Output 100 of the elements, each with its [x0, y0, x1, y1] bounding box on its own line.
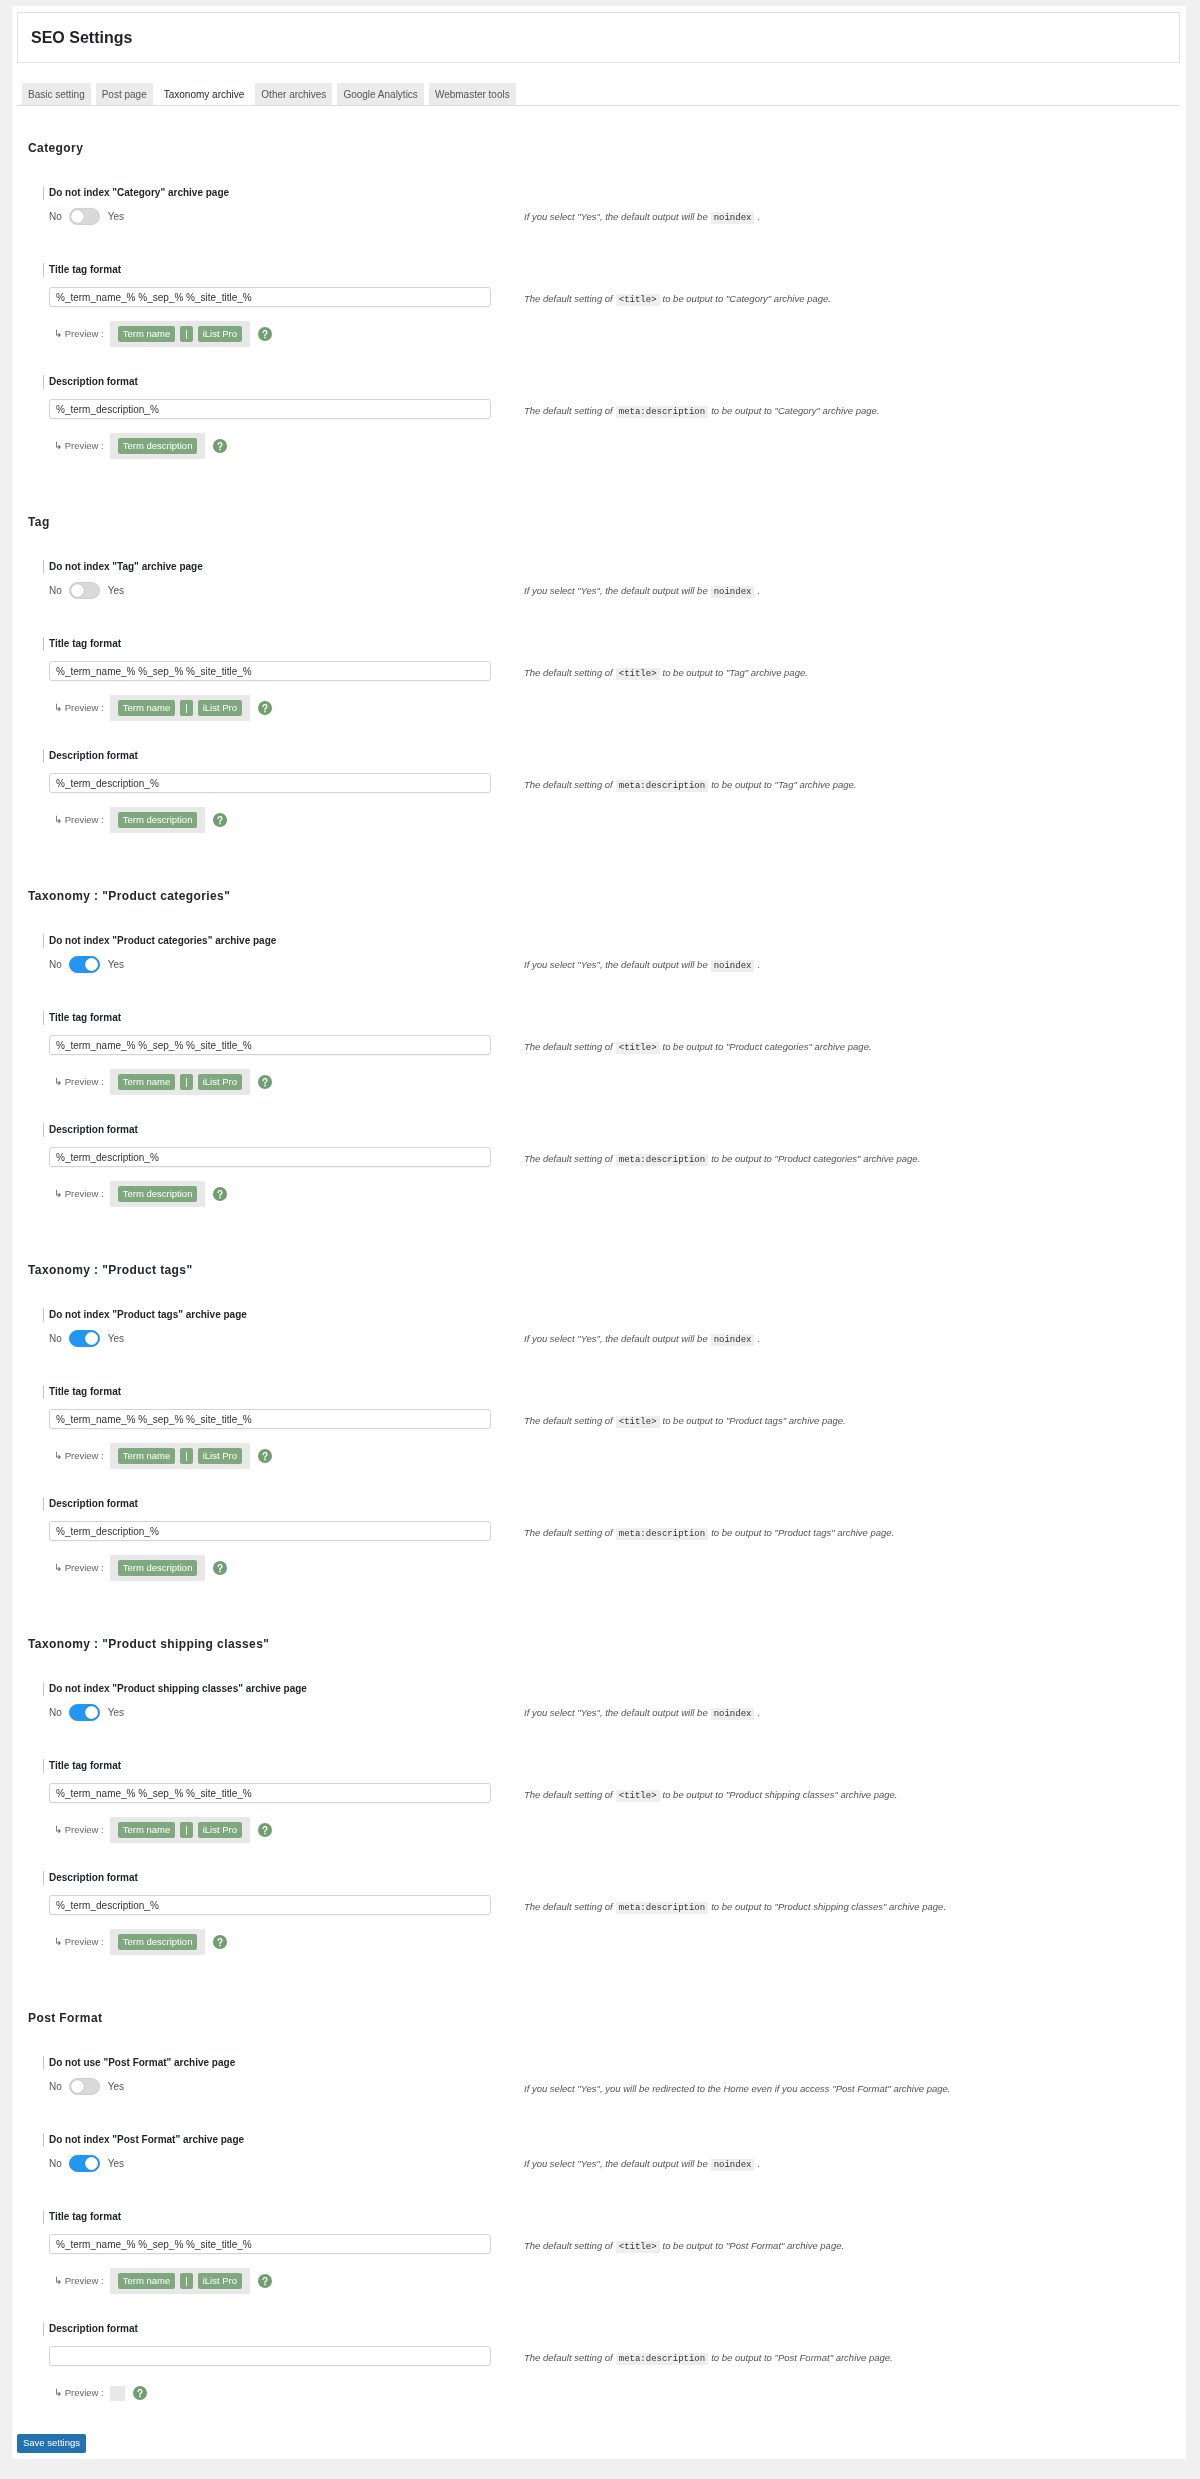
toggle-on-label: Yes — [107, 584, 125, 597]
preview-tag: | — [180, 1074, 193, 1090]
preview-tag: | — [180, 700, 193, 716]
field-description: If you select "Yes", you will be redirected to the Home even if you access "Post Format" archive page. — [524, 2082, 951, 2095]
section-heading: Taxonomy : "Product tags" — [28, 1262, 194, 1279]
field-description: The default setting of <title> to be output to "Product categories" archive page. — [524, 1040, 872, 1055]
preview-tag: Term name — [117, 2273, 176, 2289]
preview-label: ↳ Preview : — [54, 1936, 104, 1948]
preview-tag: | — [180, 1448, 193, 1464]
preview-tag: iList Pro — [197, 700, 243, 716]
field-label: Do not index "Product categories" archive page — [43, 934, 277, 948]
preview-tag: | — [180, 2273, 193, 2289]
field-label: Title tag format — [43, 637, 122, 651]
field-label: Description format — [43, 1123, 138, 1137]
preview-label: ↳ Preview : — [54, 2275, 104, 2287]
help-icon[interactable] — [258, 701, 273, 715]
toggle-on-label: Yes — [107, 1332, 125, 1345]
preview-label: ↳ Preview : — [54, 1450, 104, 1462]
field-description: The default setting of meta:description to be output to "Tag" archive page. — [524, 778, 857, 793]
text-input[interactable]: %_term_name_% %_sep_% %_site_title_% — [49, 1783, 491, 1803]
preview-tag: Term name — [117, 326, 176, 342]
help-icon[interactable] — [213, 439, 228, 453]
toggle-off-label: No — [49, 210, 62, 223]
field-label: Do not index "Category" archive page — [43, 186, 230, 200]
field-label: Description format — [43, 749, 138, 763]
help-icon[interactable] — [132, 2386, 147, 2400]
tab[interactable]: Webmaster tools — [428, 83, 516, 105]
preview-label: ↳ Preview : — [54, 702, 104, 714]
help-icon[interactable] — [258, 2274, 273, 2288]
tab[interactable]: Basic setting — [22, 83, 91, 105]
help-icon[interactable] — [213, 1935, 228, 1949]
text-input[interactable]: %_term_name_% %_sep_% %_site_title_% — [49, 287, 491, 307]
section-heading: Tag — [28, 514, 51, 531]
toggle-on-label: Yes — [107, 2157, 125, 2170]
text-input[interactable]: %_term_description_% — [49, 1147, 491, 1167]
toggle-switch[interactable] — [68, 1330, 100, 1347]
help-icon[interactable] — [213, 813, 228, 827]
toggle-off-label: No — [49, 584, 62, 597]
preview-tag: Term description — [117, 438, 198, 454]
toggle-off-label: No — [49, 2080, 62, 2093]
field-label: Description format — [43, 2322, 138, 2336]
field-description: The default setting of meta:description to be output to "Post Format" archive page. — [524, 2351, 893, 2366]
help-icon[interactable] — [258, 1823, 273, 1837]
toggle-switch[interactable] — [68, 2155, 100, 2172]
toggle-switch[interactable] — [68, 582, 100, 599]
help-icon[interactable] — [258, 327, 273, 341]
field-label: Title tag format — [43, 1385, 122, 1399]
field-description: If you select "Yes", the default output will be noindex . — [524, 958, 761, 973]
text-input[interactable]: %_term_name_% %_sep_% %_site_title_% — [49, 1409, 491, 1429]
preview-tag: | — [180, 1822, 193, 1838]
preview-tag: iList Pro — [197, 326, 243, 342]
field-description: The default setting of <title> to be output to "Post Format" archive page. — [524, 2239, 845, 2254]
text-input[interactable]: %_term_description_% — [49, 1895, 491, 1915]
help-icon[interactable] — [258, 1449, 273, 1463]
field-label: Do not index "Tag" archive page — [43, 560, 203, 574]
field-label: Title tag format — [43, 1759, 122, 1773]
text-input[interactable]: %_term_description_% — [49, 399, 491, 419]
preview-tag: Term name — [117, 1074, 176, 1090]
field-description: If you select "Yes", the default output will be noindex . — [524, 210, 761, 225]
field-description: If you select "Yes", the default output will be noindex . — [524, 1706, 761, 1721]
text-input[interactable] — [49, 2346, 491, 2366]
toggle-switch[interactable] — [68, 1704, 100, 1721]
field-label: Do not index "Product tags" archive page — [43, 1308, 247, 1322]
preview-label: ↳ Preview : — [54, 2387, 104, 2399]
help-icon[interactable] — [213, 1187, 228, 1201]
field-label: Do not index "Product shipping classes" archive page — [43, 1682, 307, 1696]
field-label: Title tag format — [43, 2210, 122, 2224]
tab[interactable]: Post page — [95, 83, 153, 105]
field-description: The default setting of <title> to be output to "Tag" archive page. — [524, 666, 808, 681]
preview-label: ↳ Preview : — [54, 1562, 104, 1574]
preview-tag: iList Pro — [197, 1074, 243, 1090]
field-description: The default setting of <title> to be output to "Product shipping classes" archive page. — [524, 1788, 898, 1803]
preview-tag: iList Pro — [197, 2273, 243, 2289]
field-label: Title tag format — [43, 263, 122, 277]
text-input[interactable]: %_term_name_% %_sep_% %_site_title_% — [49, 2234, 491, 2254]
field-description: The default setting of meta:description to be output to "Product categories" archive page. — [524, 1152, 921, 1167]
help-icon[interactable] — [213, 1561, 228, 1575]
toggle-on-label: Yes — [107, 210, 125, 223]
toggle-switch[interactable] — [68, 2078, 100, 2095]
toggle-on-label: Yes — [107, 1706, 125, 1719]
save-settings-button[interactable]: Save settings — [17, 2434, 87, 2453]
preview-label: ↳ Preview : — [54, 1076, 104, 1088]
preview-label: ↳ Preview : — [54, 1188, 104, 1200]
preview-tag: Term name — [117, 1822, 176, 1838]
text-input[interactable]: %_term_name_% %_sep_% %_site_title_% — [49, 1035, 491, 1055]
preview-label: ↳ Preview : — [54, 1824, 104, 1836]
help-icon[interactable] — [258, 1075, 273, 1089]
preview-label: ↳ Preview : — [54, 440, 104, 452]
tab[interactable]: Google Analytics — [337, 83, 424, 105]
preview-tag: | — [180, 326, 193, 342]
toggle-switch[interactable] — [68, 208, 100, 225]
text-input[interactable]: %_term_description_% — [49, 1521, 491, 1541]
text-input[interactable]: %_term_name_% %_sep_% %_site_title_% — [49, 661, 491, 681]
field-description: The default setting of <title> to be output to "Product tags" archive page. — [524, 1414, 846, 1429]
field-label: Do not index "Post Format" archive page — [43, 2133, 245, 2147]
tab[interactable]: Other archives — [255, 83, 333, 105]
text-input[interactable]: %_term_description_% — [49, 773, 491, 793]
preview-tag: Term name — [117, 1448, 176, 1464]
toggle-switch[interactable] — [68, 956, 100, 973]
section-heading: Category — [28, 140, 85, 157]
